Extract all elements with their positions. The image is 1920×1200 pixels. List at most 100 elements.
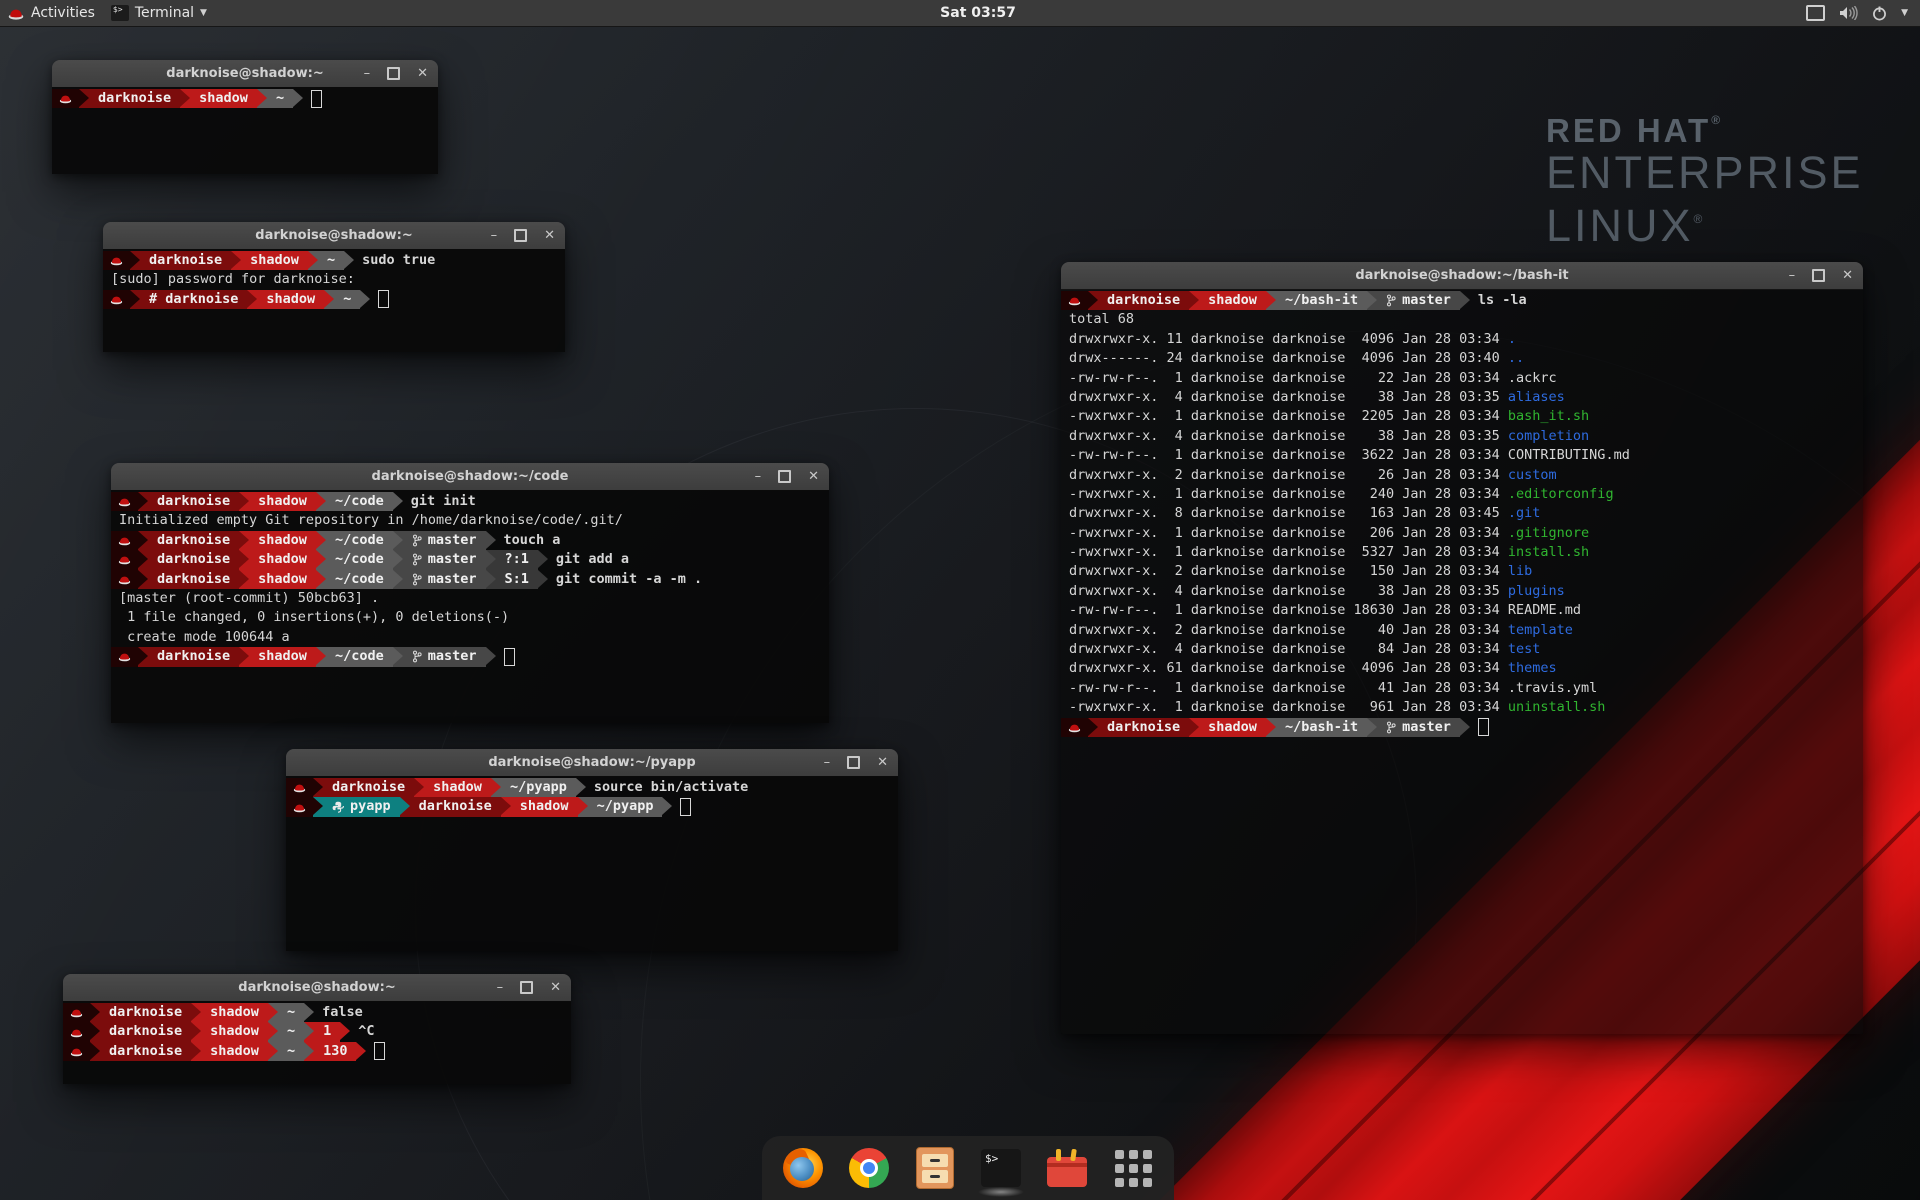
- dock-item-firefox[interactable]: [782, 1147, 824, 1189]
- powerline-arrow-icon: [316, 492, 326, 510]
- prompt-segment-label: 1: [323, 1022, 331, 1041]
- prompt-segment: darknoise: [148, 531, 239, 550]
- file-name: themes: [1508, 660, 1557, 676]
- prompt-segment: ~/code: [326, 492, 393, 511]
- close-button[interactable]: ✕: [417, 67, 428, 80]
- git-branch-icon: [1386, 294, 1396, 307]
- prompt-segment: shadow: [424, 778, 491, 797]
- prompt-segment-label: S:1: [505, 570, 529, 589]
- prompt-segment: shadow: [201, 1003, 268, 1022]
- prompt-segment-label: shadow: [433, 778, 482, 797]
- powerline-separator: [247, 290, 257, 309]
- powerline-arrow-icon: [313, 797, 323, 815]
- prompt-segment-label: ~: [276, 89, 284, 108]
- powerline-separator: [138, 570, 148, 589]
- powerline-separator: [90, 1003, 100, 1022]
- powerline-separator: [138, 647, 148, 666]
- prompt-segment-label: ~/bash-it: [1285, 718, 1358, 737]
- powerline-arrow-icon: [393, 647, 403, 665]
- maximize-button[interactable]: [514, 229, 527, 242]
- prompt-segment: ~: [318, 251, 344, 270]
- powerline-separator: [1189, 718, 1199, 737]
- minimize-button[interactable]: –: [755, 470, 762, 483]
- maximize-button[interactable]: [520, 981, 533, 994]
- maximize-button[interactable]: [847, 756, 860, 769]
- prompt-line: darknoiseshadow~/codemasterS:1git commit…: [111, 570, 829, 589]
- terminal-content[interactable]: darknoiseshadow~: [52, 87, 438, 174]
- clock[interactable]: Sat 03:57: [940, 5, 1016, 21]
- minimize-button[interactable]: –: [497, 981, 504, 994]
- terminal-content[interactable]: darknoiseshadow~/codegit initInitialized…: [111, 490, 829, 723]
- window-controls: –✕: [491, 222, 555, 249]
- file-meta-text: drwxrwxr-x. 2 darknoise darknoise 26 Jan…: [1069, 467, 1508, 483]
- powerline-arrow-icon: [1266, 718, 1276, 736]
- redhat-icon: [70, 1007, 83, 1018]
- window-titlebar[interactable]: darknoise@shadow:~–✕: [52, 60, 438, 88]
- file-meta-text: drwxrwxr-x. 4 darknoise darknoise 38 Jan…: [1069, 389, 1508, 405]
- app-menu-terminal[interactable]: $> Terminal ▼: [103, 0, 215, 26]
- dock-item-toolbox[interactable]: [1046, 1147, 1088, 1189]
- minimize-button[interactable]: –: [824, 756, 831, 769]
- activities-button[interactable]: Activities: [0, 0, 103, 26]
- window-titlebar[interactable]: darknoise@shadow:~/bash-it–✕: [1061, 262, 1863, 290]
- dock-item-terminal[interactable]: $>: [980, 1147, 1022, 1189]
- prompt-line: darknoiseshadow~/codemastertouch a: [111, 531, 829, 550]
- prompt-segment: ~/pyapp: [501, 778, 576, 797]
- redhat-segment: [63, 1003, 90, 1022]
- redhat-logo-icon: [8, 7, 24, 20]
- file-name: plugins: [1508, 583, 1565, 599]
- prompt-segment-label: shadow: [258, 647, 307, 666]
- close-button[interactable]: ✕: [544, 229, 555, 242]
- powerline-separator: [486, 531, 496, 550]
- dock-item-chrome[interactable]: [848, 1147, 890, 1189]
- window-titlebar[interactable]: darknoise@shadow:~/pyapp–✕: [286, 749, 898, 777]
- app-menu-label: Terminal: [135, 5, 194, 21]
- volume-icon: [1839, 6, 1858, 20]
- file-name: ..: [1508, 350, 1524, 366]
- powerline-arrow-icon: [90, 1022, 100, 1040]
- chrome-icon: [849, 1148, 889, 1188]
- maximize-button[interactable]: [778, 470, 791, 483]
- file-listing-row: drwx------. 24 darknoise darknoise 4096 …: [1061, 349, 1863, 368]
- window-titlebar[interactable]: darknoise@shadow:~–✕: [63, 974, 571, 1002]
- minimize-button[interactable]: –: [364, 67, 371, 80]
- prompt-segment: darknoise: [148, 647, 239, 666]
- maximize-button[interactable]: [387, 67, 400, 80]
- powerline-separator: [578, 797, 588, 816]
- window-titlebar[interactable]: darknoise@shadow:~–✕: [103, 222, 565, 250]
- dock-item-app-grid[interactable]: [1112, 1147, 1154, 1189]
- file-manager-icon: [922, 1154, 948, 1167]
- maximize-button[interactable]: [1812, 269, 1825, 282]
- powerline-separator: [393, 570, 403, 589]
- powerline-arrow-icon: [90, 1042, 100, 1060]
- close-button[interactable]: ✕: [1842, 269, 1853, 282]
- close-button[interactable]: ✕: [550, 981, 561, 994]
- prompt-segment: shadow: [201, 1022, 268, 1041]
- powerline-arrow-icon: [538, 570, 548, 588]
- prompt-segment: shadow: [190, 89, 257, 108]
- terminal-content[interactable]: darknoiseshadow~falsedarknoiseshadow~1^C…: [63, 1001, 571, 1084]
- prompt-segment-label: master: [1402, 291, 1451, 310]
- powerline-separator: [293, 89, 303, 108]
- dock-item-files[interactable]: [914, 1147, 956, 1189]
- system-status-area[interactable]: ▼: [1800, 0, 1914, 26]
- powerline-separator: [191, 1022, 201, 1041]
- powerline-separator: [491, 778, 501, 797]
- terminal-content[interactable]: darknoiseshadow~/bash-itmasterls -latota…: [1061, 289, 1863, 1034]
- minimize-button[interactable]: –: [1789, 269, 1796, 282]
- file-meta-text: -rw-rw-r--. 1 darknoise darknoise 3622 J…: [1069, 447, 1508, 463]
- powerline-separator: [308, 251, 318, 270]
- terminal-content[interactable]: darknoiseshadow~sudo true[sudo] password…: [103, 249, 565, 352]
- prompt-segment: ~/code: [326, 531, 393, 550]
- terminal-cursor: [311, 90, 322, 108]
- window-titlebar[interactable]: darknoise@shadow:~/code–✕: [111, 463, 829, 491]
- app-grid-icon: [1143, 1150, 1152, 1159]
- terminal-content[interactable]: darknoiseshadow~/pyappsource bin/activat…: [286, 776, 898, 951]
- terminal-app-icon: $>: [111, 5, 129, 21]
- close-button[interactable]: ✕: [877, 756, 888, 769]
- minimize-button[interactable]: –: [491, 229, 498, 242]
- prompt-segment-label: master: [428, 550, 477, 569]
- powerline-separator: [180, 89, 190, 108]
- close-button[interactable]: ✕: [808, 470, 819, 483]
- prompt-line: darknoiseshadow~/bash-itmaster: [1061, 718, 1863, 737]
